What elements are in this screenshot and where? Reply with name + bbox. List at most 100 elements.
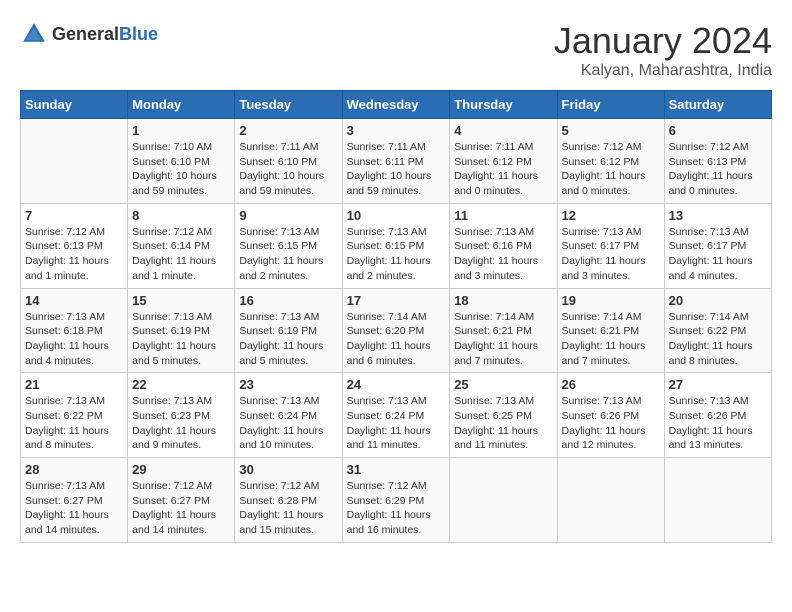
day-number: 2 [239, 123, 337, 138]
day-number: 24 [347, 377, 446, 392]
day-number: 29 [132, 462, 230, 477]
calendar-cell: 28 Sunrise: 7:13 AMSunset: 6:27 PMDaylig… [21, 458, 128, 543]
day-number: 22 [132, 377, 230, 392]
day-info: Sunrise: 7:11 AMSunset: 6:10 PMDaylight:… [239, 141, 324, 197]
calendar-cell [664, 458, 771, 543]
weekday-header-cell: Monday [128, 91, 235, 119]
weekday-header-cell: Wednesday [342, 91, 450, 119]
day-number: 18 [454, 293, 552, 308]
page-header: GeneralBlue January 2024 Kalyan, Maharas… [20, 20, 772, 80]
day-number: 10 [347, 208, 446, 223]
calendar-cell: 7 Sunrise: 7:12 AMSunset: 6:13 PMDayligh… [21, 203, 128, 288]
calendar-cell: 31 Sunrise: 7:12 AMSunset: 6:29 PMDaylig… [342, 458, 450, 543]
day-info: Sunrise: 7:14 AMSunset: 6:21 PMDaylight:… [562, 311, 646, 367]
day-number: 23 [239, 377, 337, 392]
calendar-cell: 26 Sunrise: 7:13 AMSunset: 6:26 PMDaylig… [557, 373, 664, 458]
day-number: 14 [25, 293, 123, 308]
day-number: 28 [25, 462, 123, 477]
day-number: 11 [454, 208, 552, 223]
day-number: 21 [25, 377, 123, 392]
day-number: 3 [347, 123, 446, 138]
month-year: January 2024 [554, 20, 772, 62]
calendar-cell: 16 Sunrise: 7:13 AMSunset: 6:19 PMDaylig… [235, 288, 342, 373]
day-info: Sunrise: 7:13 AMSunset: 6:17 PMDaylight:… [669, 226, 753, 282]
calendar-cell: 29 Sunrise: 7:12 AMSunset: 6:27 PMDaylig… [128, 458, 235, 543]
calendar-cell: 15 Sunrise: 7:13 AMSunset: 6:19 PMDaylig… [128, 288, 235, 373]
calendar-cell: 3 Sunrise: 7:11 AMSunset: 6:11 PMDayligh… [342, 119, 450, 204]
calendar-week-row: 28 Sunrise: 7:13 AMSunset: 6:27 PMDaylig… [21, 458, 772, 543]
calendar-cell: 2 Sunrise: 7:11 AMSunset: 6:10 PMDayligh… [235, 119, 342, 204]
location: Kalyan, Maharashtra, India [554, 62, 772, 80]
calendar-week-row: 1 Sunrise: 7:10 AMSunset: 6:10 PMDayligh… [21, 119, 772, 204]
day-number: 6 [669, 123, 767, 138]
calendar-cell: 21 Sunrise: 7:13 AMSunset: 6:22 PMDaylig… [21, 373, 128, 458]
calendar-cell: 1 Sunrise: 7:10 AMSunset: 6:10 PMDayligh… [128, 119, 235, 204]
day-number: 7 [25, 208, 123, 223]
day-info: Sunrise: 7:13 AMSunset: 6:15 PMDaylight:… [239, 226, 323, 282]
calendar-cell: 22 Sunrise: 7:13 AMSunset: 6:23 PMDaylig… [128, 373, 235, 458]
day-info: Sunrise: 7:13 AMSunset: 6:25 PMDaylight:… [454, 395, 538, 451]
day-info: Sunrise: 7:13 AMSunset: 6:17 PMDaylight:… [562, 226, 646, 282]
day-number: 15 [132, 293, 230, 308]
calendar-cell [21, 119, 128, 204]
calendar-cell: 20 Sunrise: 7:14 AMSunset: 6:22 PMDaylig… [664, 288, 771, 373]
day-info: Sunrise: 7:12 AMSunset: 6:13 PMDaylight:… [669, 141, 753, 197]
day-number: 4 [454, 123, 552, 138]
calendar-cell: 14 Sunrise: 7:13 AMSunset: 6:18 PMDaylig… [21, 288, 128, 373]
day-info: Sunrise: 7:13 AMSunset: 6:23 PMDaylight:… [132, 395, 216, 451]
day-number: 25 [454, 377, 552, 392]
weekday-header-cell: Saturday [664, 91, 771, 119]
day-info: Sunrise: 7:14 AMSunset: 6:22 PMDaylight:… [669, 311, 753, 367]
calendar-cell: 13 Sunrise: 7:13 AMSunset: 6:17 PMDaylig… [664, 203, 771, 288]
day-info: Sunrise: 7:13 AMSunset: 6:19 PMDaylight:… [132, 311, 216, 367]
day-info: Sunrise: 7:12 AMSunset: 6:27 PMDaylight:… [132, 480, 216, 536]
title-area: January 2024 Kalyan, Maharashtra, India [554, 20, 772, 80]
logo-blue: Blue [119, 24, 158, 44]
day-info: Sunrise: 7:13 AMSunset: 6:15 PMDaylight:… [347, 226, 431, 282]
calendar-cell [450, 458, 557, 543]
day-info: Sunrise: 7:13 AMSunset: 6:24 PMDaylight:… [239, 395, 323, 451]
day-info: Sunrise: 7:11 AMSunset: 6:11 PMDaylight:… [347, 141, 432, 197]
calendar-cell: 6 Sunrise: 7:12 AMSunset: 6:13 PMDayligh… [664, 119, 771, 204]
calendar-cell: 10 Sunrise: 7:13 AMSunset: 6:15 PMDaylig… [342, 203, 450, 288]
day-info: Sunrise: 7:12 AMSunset: 6:14 PMDaylight:… [132, 226, 216, 282]
weekday-header-cell: Tuesday [235, 91, 342, 119]
calendar-cell: 24 Sunrise: 7:13 AMSunset: 6:24 PMDaylig… [342, 373, 450, 458]
day-info: Sunrise: 7:14 AMSunset: 6:20 PMDaylight:… [347, 311, 431, 367]
day-number: 17 [347, 293, 446, 308]
weekday-header-cell: Sunday [21, 91, 128, 119]
calendar-cell: 11 Sunrise: 7:13 AMSunset: 6:16 PMDaylig… [450, 203, 557, 288]
logo-general: General [52, 24, 119, 44]
weekday-header-cell: Friday [557, 91, 664, 119]
day-number: 20 [669, 293, 767, 308]
day-number: 13 [669, 208, 767, 223]
day-number: 8 [132, 208, 230, 223]
day-number: 31 [347, 462, 446, 477]
day-info: Sunrise: 7:13 AMSunset: 6:22 PMDaylight:… [25, 395, 109, 451]
calendar-cell [557, 458, 664, 543]
calendar-cell: 5 Sunrise: 7:12 AMSunset: 6:12 PMDayligh… [557, 119, 664, 204]
day-number: 26 [562, 377, 660, 392]
day-info: Sunrise: 7:10 AMSunset: 6:10 PMDaylight:… [132, 141, 217, 197]
day-number: 5 [562, 123, 660, 138]
day-info: Sunrise: 7:12 AMSunset: 6:13 PMDaylight:… [25, 226, 109, 282]
calendar-week-row: 21 Sunrise: 7:13 AMSunset: 6:22 PMDaylig… [21, 373, 772, 458]
logo: GeneralBlue [20, 20, 158, 48]
calendar-cell: 8 Sunrise: 7:12 AMSunset: 6:14 PMDayligh… [128, 203, 235, 288]
day-info: Sunrise: 7:13 AMSunset: 6:18 PMDaylight:… [25, 311, 109, 367]
day-number: 9 [239, 208, 337, 223]
calendar-week-row: 7 Sunrise: 7:12 AMSunset: 6:13 PMDayligh… [21, 203, 772, 288]
calendar-cell: 27 Sunrise: 7:13 AMSunset: 6:26 PMDaylig… [664, 373, 771, 458]
calendar-cell: 17 Sunrise: 7:14 AMSunset: 6:20 PMDaylig… [342, 288, 450, 373]
day-info: Sunrise: 7:11 AMSunset: 6:12 PMDaylight:… [454, 141, 538, 197]
logo-icon [20, 20, 48, 48]
day-info: Sunrise: 7:12 AMSunset: 6:28 PMDaylight:… [239, 480, 323, 536]
day-number: 16 [239, 293, 337, 308]
day-info: Sunrise: 7:13 AMSunset: 6:16 PMDaylight:… [454, 226, 538, 282]
calendar-cell: 19 Sunrise: 7:14 AMSunset: 6:21 PMDaylig… [557, 288, 664, 373]
calendar-week-row: 14 Sunrise: 7:13 AMSunset: 6:18 PMDaylig… [21, 288, 772, 373]
weekday-header-cell: Thursday [450, 91, 557, 119]
day-info: Sunrise: 7:13 AMSunset: 6:26 PMDaylight:… [669, 395, 753, 451]
calendar-cell: 9 Sunrise: 7:13 AMSunset: 6:15 PMDayligh… [235, 203, 342, 288]
calendar-cell: 4 Sunrise: 7:11 AMSunset: 6:12 PMDayligh… [450, 119, 557, 204]
